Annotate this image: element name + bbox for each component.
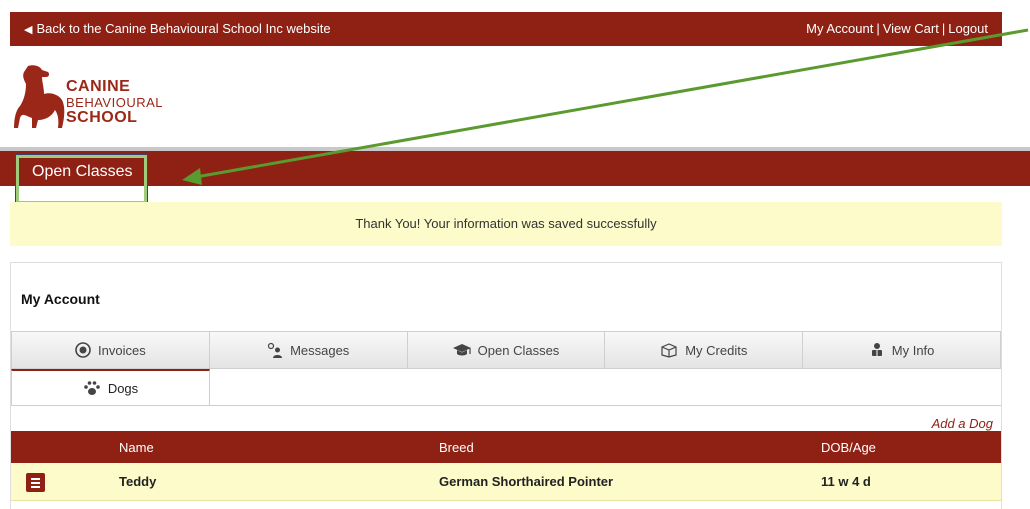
- row-menu-button[interactable]: [26, 473, 45, 492]
- logout-link[interactable]: Logout: [948, 21, 988, 36]
- dogs-table-header: Name Breed DOB/Age: [11, 431, 1001, 463]
- column-header-breed: Breed: [439, 440, 474, 455]
- tab-invoices[interactable]: Invoices: [11, 331, 210, 369]
- dog-age: 11 w 4 d: [821, 474, 871, 489]
- view-cart-link[interactable]: View Cart: [883, 21, 939, 36]
- tab-messages[interactable]: Messages: [209, 331, 408, 369]
- highlight-box: Open Classes: [15, 154, 148, 205]
- account-tabs: Invoices Messages Open Classes My Credit…: [11, 331, 1001, 369]
- nav-open-classes[interactable]: Open Classes: [19, 158, 144, 186]
- logo-text-school: SCHOOL: [66, 109, 138, 126]
- tab-open-classes[interactable]: Open Classes: [407, 331, 606, 369]
- dog-breed: German Shorthaired Pointer: [439, 474, 614, 489]
- logo-text-behavioural: BEHAVIOURAL: [66, 95, 164, 110]
- column-header-name: Name: [119, 440, 154, 455]
- logo-text-canine: CANINE: [66, 78, 131, 95]
- add-dog-link[interactable]: Add a Dog: [932, 416, 993, 431]
- main-nav-bar: [0, 151, 1030, 186]
- dog-silhouette-icon: [14, 65, 65, 128]
- account-links: My Account | View Cart | Logout: [806, 21, 988, 36]
- credits-box-icon: [660, 342, 678, 358]
- tab-my-info[interactable]: My Info: [803, 331, 1001, 369]
- invoice-icon: [75, 342, 91, 358]
- dog-name: Teddy: [119, 474, 157, 489]
- graduation-cap-icon: [452, 342, 471, 358]
- back-arrow-icon: ◀: [24, 24, 33, 36]
- table-row: Teddy German Shorthaired Pointer 11 w 4 …: [11, 463, 1001, 501]
- panel-title: My Account: [21, 291, 100, 307]
- site-logo[interactable]: CANINE BEHAVIOURAL SCHOOL: [14, 62, 214, 134]
- column-header-dob-age: DOB/Age: [821, 440, 876, 455]
- tab-my-credits[interactable]: My Credits: [605, 331, 804, 369]
- user-icon: [869, 342, 885, 358]
- top-bar: ◀ Back to the Canine Behavioural School I…: [10, 12, 1002, 46]
- tabs-divider: [210, 405, 1001, 406]
- tab-dogs[interactable]: Dogs: [11, 369, 210, 406]
- my-account-panel: My Account Invoices Messages Open Classe…: [10, 262, 1002, 509]
- back-to-website-link[interactable]: ◀ Back to the Canine Behavioural School I…: [24, 21, 331, 36]
- messages-icon: [267, 342, 283, 358]
- paw-icon: [83, 380, 101, 396]
- my-account-link[interactable]: My Account: [806, 21, 873, 36]
- hamburger-icon: [31, 477, 40, 480]
- success-alert: Thank You! Your information was saved su…: [10, 202, 1002, 246]
